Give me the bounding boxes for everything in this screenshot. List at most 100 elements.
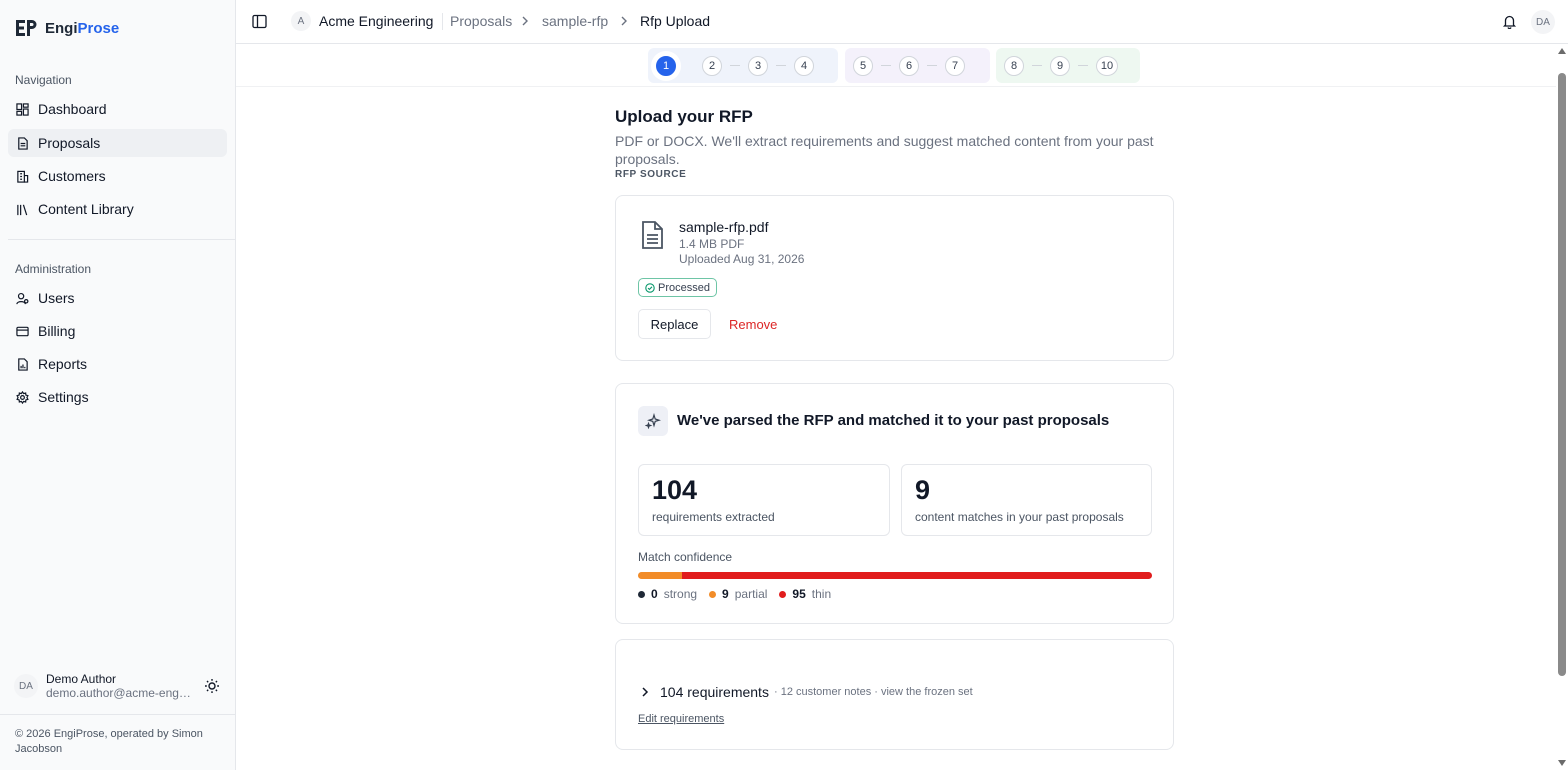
step-connector <box>927 65 937 66</box>
admin-section-label: Administration <box>15 262 92 276</box>
topbar: A Acme Engineering Proposals sample-rfp … <box>236 0 1568 44</box>
sun-icon[interactable] <box>204 678 220 694</box>
status-badge-label: Processed <box>658 281 710 294</box>
legend-strong: 0 strong <box>638 587 697 601</box>
sidebar-item-users[interactable]: Users <box>8 284 227 312</box>
stat-requirements: 104 requirements extracted <box>638 464 890 536</box>
user-email: demo.author@acme-engineering.com <box>46 686 191 700</box>
user-avatar-button[interactable]: DA <box>1531 10 1555 34</box>
match-confidence-legend: 0 strong 9 partial 95 thin <box>638 587 843 601</box>
file-upload-date: Uploaded Aug 31, 2026 <box>679 252 805 266</box>
org-switcher[interactable]: Acme Engineering <box>319 13 433 29</box>
match-confidence-label: Match confidence <box>638 550 733 564</box>
step-7[interactable]: 7 <box>945 55 965 76</box>
sidebar-item-content-library[interactable]: Content Library <box>8 195 227 223</box>
footer-copyright: © 2026 EngiProse, operated by Simon Jaco… <box>15 728 203 755</box>
credit-card-icon <box>16 326 29 336</box>
parsed-summary-title: We've parsed the RFP and matched it to y… <box>677 412 1110 429</box>
step-connector <box>881 65 891 66</box>
legend-count: 95 <box>792 587 806 601</box>
step-6[interactable]: 6 <box>899 55 919 76</box>
sidebar-divider <box>8 239 235 240</box>
scroll-down-arrow-icon[interactable] <box>1557 759 1567 767</box>
sidebar-item-label: Settings <box>38 389 89 405</box>
stat-label: content matches in your past proposals <box>915 510 1124 524</box>
breadcrumb-proposals[interactable]: Proposals <box>450 13 512 29</box>
page-title: Upload your RFP <box>615 107 753 126</box>
step-connector <box>730 65 740 66</box>
confidence-segment-partial <box>638 572 683 579</box>
sidebar-toggle-icon[interactable] <box>252 14 267 29</box>
scroll-up-arrow-icon[interactable] <box>1557 47 1567 55</box>
rfp-source-card: sample-rfp.pdf 1.4 MB PDF Uploaded Aug 3… <box>615 195 1174 361</box>
sidebar-item-label: Users <box>38 290 75 306</box>
sidebar-item-customers[interactable]: Customers <box>8 162 227 190</box>
edit-requirements-link[interactable]: Edit requirements <box>638 713 724 725</box>
sidebar-item-billing[interactable]: Billing <box>8 317 227 345</box>
sidebar-item-label: Customers <box>38 168 106 184</box>
step-group-2: 5 6 7 <box>845 48 990 83</box>
sidebar-item-reports[interactable]: Reports <box>8 350 227 378</box>
stat-label: requirements extracted <box>652 510 775 524</box>
legend-label: partial <box>734 587 768 601</box>
section-label-rfp-source: RFP SOURCE <box>615 169 687 180</box>
step-connector <box>684 65 694 66</box>
user-menu[interactable]: DA Demo Author demo.author@acme-engineer… <box>14 672 224 700</box>
breadcrumb-sample-rfp[interactable]: sample-rfp <box>542 13 608 29</box>
file-icon <box>642 221 663 249</box>
building-icon <box>17 170 29 183</box>
step-group-1: 1 2 3 4 <box>648 48 838 83</box>
legend-count: 0 <box>651 587 658 601</box>
sidebar-item-proposals[interactable]: Proposals <box>8 129 227 157</box>
sidebar: EngiProse Navigation Dashboard Proposals… <box>0 0 236 770</box>
report-icon <box>18 357 28 371</box>
user-icon <box>16 292 29 304</box>
chevron-right-icon[interactable] <box>640 686 650 698</box>
stat-content-matches: 9 content matches in your past proposals <box>901 464 1152 536</box>
legend-dot <box>638 590 645 598</box>
document-icon <box>18 136 28 150</box>
check-circle-icon <box>645 283 655 293</box>
chevron-right-icon <box>621 16 627 26</box>
brand-name: EngiProse <box>45 19 120 37</box>
legend-label: thin <box>811 587 832 601</box>
legend-dot <box>709 590 717 598</box>
step-9[interactable]: 9 <box>1050 55 1070 76</box>
replace-button[interactable]: Replace <box>638 309 711 339</box>
org-avatar[interactable]: A <box>291 11 311 31</box>
requirements-toggle[interactable]: 104 requirements <box>660 684 769 700</box>
step-4[interactable]: 4 <box>794 55 814 76</box>
legend-thin: 95 thin <box>779 587 831 601</box>
sparkle-icon-box <box>638 406 668 436</box>
confidence-segment-thin <box>682 572 1152 579</box>
footer-divider <box>0 714 235 715</box>
dashboard-icon <box>16 102 29 116</box>
step-2[interactable]: 2 <box>702 55 722 76</box>
sidebar-item-label: Reports <box>38 356 88 372</box>
file-meta: 1.4 MB PDF <box>679 237 745 251</box>
legend-label: strong <box>663 587 698 601</box>
step-5[interactable]: 5 <box>853 55 873 76</box>
remove-button[interactable]: Remove <box>729 309 777 339</box>
step-10[interactable]: 10 <box>1096 55 1118 76</box>
brand[interactable]: EngiProse <box>15 18 119 38</box>
breadcrumb-current: Rfp Upload <box>640 13 711 29</box>
step-1[interactable]: 1 <box>656 55 676 76</box>
user-name: Demo Author <box>46 672 117 686</box>
bell-icon[interactable] <box>1502 14 1517 29</box>
scrollbar-thumb[interactable] <box>1558 73 1566 676</box>
status-badge: Processed <box>638 278 717 297</box>
avatar: DA <box>14 674 38 698</box>
step-8[interactable]: 8 <box>1004 55 1024 76</box>
sidebar-item-label: Dashboard <box>38 101 107 117</box>
legend-partial: 9 partial <box>709 587 767 601</box>
stat-value: 104 <box>652 475 698 505</box>
sidebar-item-settings[interactable]: Settings <box>8 383 227 411</box>
step-3[interactable]: 3 <box>748 55 768 76</box>
step-group-3: 8 9 10 <box>996 48 1140 83</box>
file-name: sample-rfp.pdf <box>679 219 769 235</box>
sparkle-icon <box>645 413 661 429</box>
library-icon <box>17 204 28 215</box>
sidebar-item-label: Proposals <box>38 135 101 151</box>
sidebar-item-dashboard[interactable]: Dashboard <box>8 95 227 123</box>
